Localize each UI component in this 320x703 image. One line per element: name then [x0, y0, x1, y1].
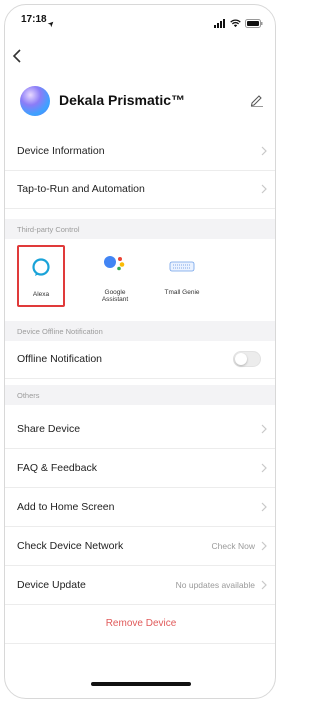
row-label: Device Update: [17, 579, 86, 591]
section-label: Device Offline Notification: [17, 327, 103, 336]
device-avatar: [20, 86, 50, 116]
section-others: Others: [5, 385, 275, 405]
check-now-value: Check Now: [211, 541, 255, 551]
row-device-information[interactable]: Device Information: [5, 133, 275, 171]
row-offline-notification: Offline Notification: [5, 341, 275, 379]
update-status-value: No updates available: [175, 580, 255, 590]
row-check-device-network[interactable]: Check Device Network Check Now: [5, 528, 275, 566]
offline-notification-toggle[interactable]: [233, 351, 261, 367]
status-icons: [214, 15, 263, 33]
third-party-tmall-genie[interactable]: Tmall Genie: [153, 247, 211, 309]
battery-icon: [245, 15, 263, 33]
row-device-update[interactable]: Device Update No updates available: [5, 567, 275, 605]
tp-label: Tmall Genie: [164, 289, 200, 296]
remove-device-button[interactable]: Remove Device: [5, 606, 275, 644]
status-time: 17:18: [21, 14, 47, 25]
row-label: Offline Notification: [17, 353, 103, 365]
section-third-party: Third-party Control: [5, 219, 275, 239]
section-label: Third-party Control: [17, 225, 80, 234]
tp-label: Google Assistant: [101, 289, 129, 303]
chevron-right-icon: [261, 580, 267, 590]
chevron-right-icon: [261, 146, 267, 156]
row-faq-feedback[interactable]: FAQ & Feedback: [5, 450, 275, 488]
third-party-control: Alexa Google Assistant Tmall Genie: [5, 245, 275, 311]
row-tap-to-run[interactable]: Tap-to-Run and Automation: [5, 171, 275, 209]
row-label: Add to Home Screen: [17, 501, 115, 513]
chevron-right-icon: [261, 541, 267, 551]
signal-icon: [214, 15, 226, 33]
row-label: Share Device: [17, 423, 81, 435]
row-add-to-home-screen[interactable]: Add to Home Screen: [5, 489, 275, 527]
chevron-right-icon: [261, 184, 267, 194]
remove-device-label: Remove Device: [105, 618, 177, 629]
section-offline: Device Offline Notification: [5, 321, 275, 341]
tp-label: Alexa: [32, 291, 50, 298]
location-arrow-icon: [47, 15, 54, 33]
device-name: Dekala Prismatic™: [59, 92, 186, 108]
status-bar: 17:18: [5, 5, 275, 35]
third-party-google-assistant[interactable]: Google Assistant: [91, 247, 139, 309]
wifi-icon: [230, 15, 241, 33]
tmall-genie-icon: [169, 261, 195, 272]
row-label: Device Information: [17, 145, 105, 157]
google-assistant-icon: [104, 256, 125, 271]
device-header: Dekala Prismatic™: [5, 83, 275, 123]
chevron-right-icon: [261, 463, 267, 473]
edit-pencil-icon[interactable]: [249, 93, 265, 107]
row-label: Tap-to-Run and Automation: [17, 183, 145, 195]
row-label: Check Device Network: [17, 540, 124, 552]
back-button[interactable]: [11, 47, 25, 65]
row-label: FAQ & Feedback: [17, 462, 97, 474]
toggle-knob: [235, 353, 247, 365]
row-share-device[interactable]: Share Device: [5, 411, 275, 449]
chevron-left-icon: [12, 49, 21, 63]
chevron-right-icon: [261, 502, 267, 512]
phone-screen: 17:18 Dekala Prismatic™ Device Informati…: [4, 4, 276, 699]
chevron-right-icon: [261, 424, 267, 434]
home-indicator: [91, 682, 191, 686]
alexa-icon: [32, 258, 50, 276]
section-label: Others: [17, 391, 40, 400]
third-party-alexa[interactable]: Alexa: [17, 245, 65, 307]
